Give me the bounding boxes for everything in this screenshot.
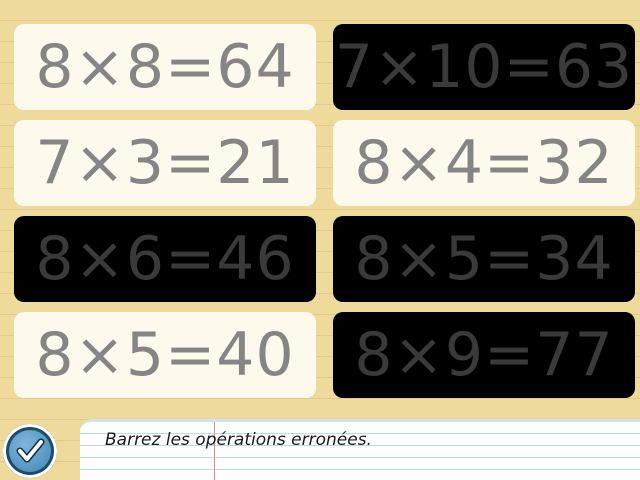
equation-card[interactable]: 7×3=21 — [14, 120, 316, 206]
equation-text: 8×5=40 — [35, 320, 295, 390]
equation-card[interactable]: 8×5=40 — [14, 312, 316, 398]
equation-text: 7×10=63 — [334, 32, 634, 102]
equation-text: 8×8=64 — [35, 32, 295, 102]
equation-card[interactable]: 8×8=64 — [14, 24, 316, 110]
equation-card[interactable]: 8×5=34 — [333, 216, 635, 302]
equation-text: 8×9=77 — [354, 320, 614, 390]
check-button[interactable] — [3, 424, 57, 478]
equation-text: 8×5=34 — [354, 224, 614, 294]
check-icon — [16, 438, 45, 463]
instruction-text: Barrez les opérations erronées. — [105, 430, 372, 450]
instruction-panel: Barrez les opérations erronées. — [80, 419, 640, 480]
equation-card[interactable]: 7×10=63 — [333, 24, 635, 110]
equation-card[interactable]: 8×6=46 — [14, 216, 316, 302]
equation-text: 7×3=21 — [35, 128, 295, 198]
equation-card[interactable]: 8×4=32 — [333, 120, 635, 206]
equation-text: 8×4=32 — [354, 128, 614, 198]
equation-text: 8×6=46 — [35, 224, 295, 294]
equation-card[interactable]: 8×9=77 — [333, 312, 635, 398]
check-button-face — [9, 430, 51, 472]
